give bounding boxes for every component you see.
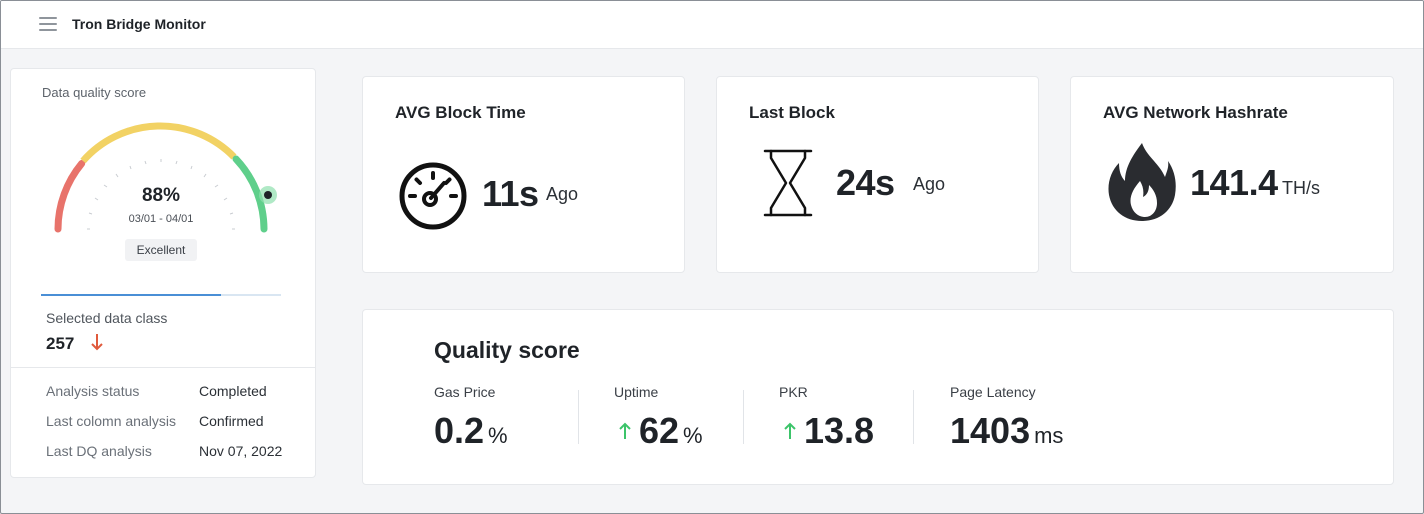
metric-label: Uptime — [614, 384, 659, 400]
status-badge: Excellent — [125, 239, 197, 261]
gauge-arc-yellow — [80, 122, 237, 164]
app-title: Tron Bridge Monitor — [72, 16, 206, 32]
info-key: Last colomn analysis — [46, 413, 176, 429]
selected-class-label: Selected data class — [46, 310, 168, 326]
quality-score-card: Quality score Gas Price 0.2% Uptime 62% … — [362, 309, 1394, 485]
metric-unit: ms — [1034, 423, 1064, 448]
metric-value: 0.2 — [434, 410, 485, 451]
card-last-block: Last Block 24s Ago — [716, 76, 1039, 273]
metric-value-row: 0.2% — [434, 410, 508, 452]
data-quality-panel: Data quality score 88% 03/01 - 04/01 Exc… — [10, 68, 316, 478]
metric-label: Gas Price — [434, 384, 496, 400]
metric-value-row: 1403 ms — [950, 410, 1063, 452]
divider — [743, 390, 744, 444]
progress-bar — [41, 294, 281, 296]
last-block-unit: Ago — [913, 174, 946, 194]
divider — [913, 390, 914, 444]
info-value: Nov 07, 2022 — [199, 443, 283, 459]
top-bar: Tron Bridge Monitor — [1, 1, 1423, 49]
hashrate-unit: TH/s — [1282, 178, 1320, 198]
card-avg-block-time: AVG Block Time 11s Ago — [362, 76, 685, 273]
card-title: AVG Network Hashrate — [1103, 103, 1288, 122]
metric-value-row: 13.8 — [784, 410, 878, 452]
card-avg-network-hashrate: AVG Network Hashrate 141.4 TH/s — [1070, 76, 1394, 273]
block-time-unit: Ago — [546, 184, 579, 204]
metric-value: 1403 — [950, 410, 1031, 451]
metric-value-row: 62% — [619, 410, 703, 452]
metric-pkr: PKR 13.8 — [779, 384, 874, 451]
date-range: 03/01 - 04/01 — [128, 213, 194, 225]
arrow-up-icon — [619, 422, 631, 439]
metric-unit: % — [683, 423, 703, 448]
hashrate-value: 141.4 — [1190, 162, 1278, 203]
metric-value: 62 — [639, 410, 680, 451]
metric-page-latency: Page Latency 1403 ms — [950, 384, 1063, 451]
card-title: Last Block — [749, 103, 835, 122]
quality-gauge — [54, 122, 277, 233]
metric-label: Page Latency — [950, 384, 1036, 400]
app-window: Tron Bridge Monitor Data quality score 8… — [0, 0, 1424, 514]
metric-unit: % — [488, 423, 508, 448]
block-time-value: 11s — [482, 173, 539, 214]
info-key: Analysis status — [46, 383, 140, 399]
hamburger-icon[interactable] — [39, 17, 57, 33]
info-value: Completed — [199, 383, 267, 399]
info-row-analysis-status: Analysis status Completed — [46, 383, 306, 403]
selected-class-value: 257 — [46, 334, 75, 353]
info-key: Last DQ analysis — [46, 443, 152, 459]
divider — [11, 367, 315, 368]
metric-value: 13.8 — [804, 410, 875, 451]
flame-icon — [1108, 143, 1176, 221]
progress-fill — [41, 294, 221, 296]
hourglass-icon — [763, 149, 813, 217]
info-row-last-dq-analysis: Last DQ analysis Nov 07, 2022 — [46, 443, 306, 463]
arrow-down-icon — [91, 334, 103, 351]
gauge-arc-red — [54, 160, 86, 233]
quality-score-title: Quality score — [434, 337, 580, 363]
last-block-value: 24s — [836, 162, 895, 203]
info-value: Confirmed — [199, 413, 264, 429]
info-row-last-column-analysis: Last colomn analysis Confirmed — [46, 413, 306, 433]
arrow-up-icon — [784, 422, 796, 439]
metric-uptime: Uptime 62% — [614, 384, 703, 451]
divider — [578, 390, 579, 444]
data-quality-label: Data quality score — [42, 85, 147, 100]
quality-score-value: 88% — [141, 185, 181, 206]
speedometer-icon — [399, 162, 467, 230]
metric-gas-price: Gas Price 0.2% — [434, 384, 508, 451]
card-title: AVG Block Time — [395, 103, 526, 122]
metric-label: PKR — [779, 384, 808, 400]
